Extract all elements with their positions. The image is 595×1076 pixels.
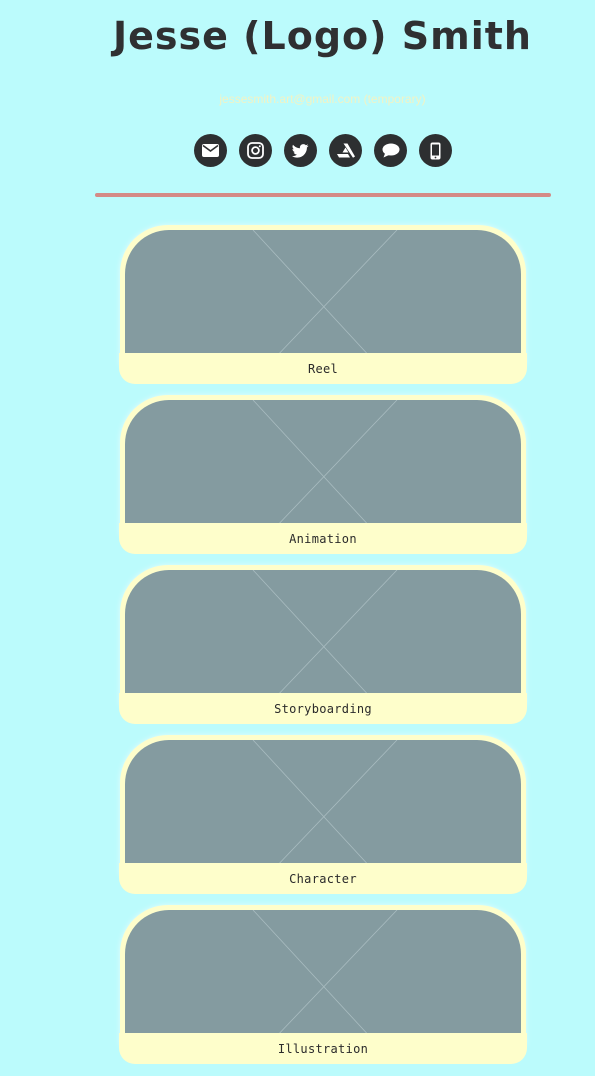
category-card-storyboarding[interactable]: Storyboarding [119, 565, 527, 724]
header-divider [95, 193, 551, 197]
placeholder-cross-icon [252, 400, 398, 530]
envelope-icon [202, 144, 219, 157]
site-title-logo[interactable]: Jesse (Logo) Smith [0, 14, 595, 58]
category-card-character[interactable]: Character [119, 735, 527, 894]
portfolio-categories: Reel Animation Storyboarding Character I… [119, 225, 527, 1075]
category-label-illustration[interactable]: Illustration [278, 1042, 368, 1056]
card-label-bar: Reel [119, 353, 527, 384]
category-card-reel[interactable]: Reel [119, 225, 527, 384]
thumbnail-placeholder-image [125, 400, 521, 530]
social-links [194, 134, 452, 168]
chat-bubble-icon [382, 143, 399, 158]
placeholder-cross-icon [252, 910, 398, 1040]
category-label-storyboarding[interactable]: Storyboarding [274, 702, 372, 716]
email-button[interactable] [194, 134, 227, 167]
message-button[interactable] [374, 134, 407, 167]
phone-button[interactable] [419, 134, 452, 167]
card-frame [120, 225, 526, 365]
card-frame [120, 905, 526, 1045]
card-label-bar: Animation [119, 523, 527, 554]
card-frame [120, 735, 526, 875]
card-label-bar: Illustration [119, 1033, 527, 1064]
mobile-phone-icon [430, 142, 441, 159]
card-frame [120, 395, 526, 535]
category-card-illustration[interactable]: Illustration [119, 905, 527, 1064]
contact-email[interactable]: jessesmith.art@gmail.com (temporary) [0, 92, 595, 106]
twitter-icon [292, 143, 309, 158]
artstation-button[interactable] [329, 134, 362, 167]
placeholder-cross-icon [252, 740, 398, 870]
instagram-icon [247, 142, 264, 159]
site-header: Jesse (Logo) Smith jessesmith.art@gmail.… [0, 0, 595, 200]
twitter-button[interactable] [284, 134, 317, 167]
category-card-animation[interactable]: Animation [119, 395, 527, 554]
category-label-animation[interactable]: Animation [289, 532, 357, 546]
placeholder-cross-icon [252, 570, 398, 700]
category-label-reel[interactable]: Reel [308, 362, 338, 376]
thumbnail-placeholder-image [125, 570, 521, 700]
thumbnail-placeholder-image [125, 740, 521, 870]
card-label-bar: Character [119, 863, 527, 894]
category-label-character[interactable]: Character [289, 872, 357, 886]
artstation-icon [336, 143, 355, 158]
instagram-button[interactable] [239, 134, 272, 167]
thumbnail-placeholder-image [125, 910, 521, 1040]
placeholder-cross-icon [252, 230, 398, 360]
card-label-bar: Storyboarding [119, 693, 527, 724]
thumbnail-placeholder-image [125, 230, 521, 360]
card-frame [120, 565, 526, 705]
